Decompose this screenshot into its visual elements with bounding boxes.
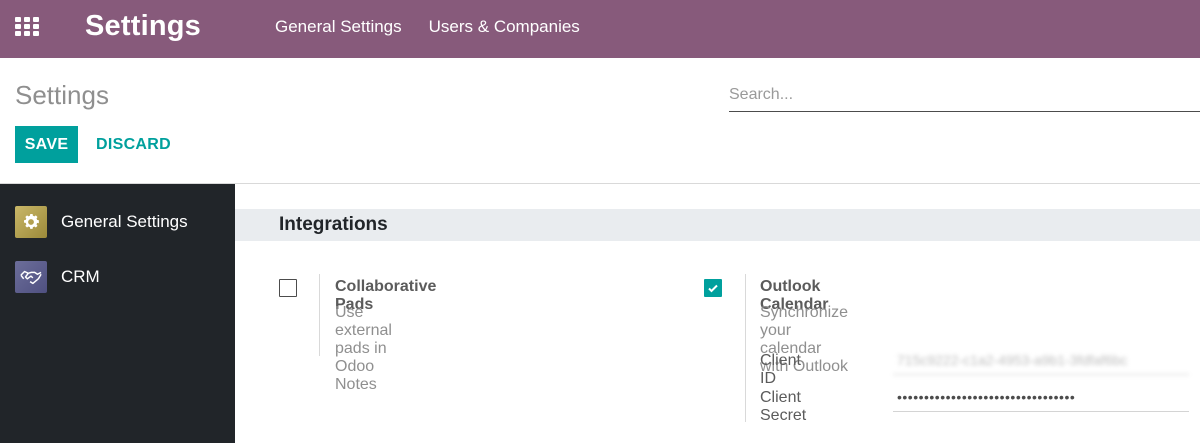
setting-description: Use external pads in Odoo Notes [335,304,392,393]
section-header: Integrations [235,209,1200,241]
search-input[interactable] [729,78,1200,112]
client-id-input[interactable] [893,345,1189,375]
app-brand-title: Settings [85,10,201,42]
save-button[interactable]: SAVE [15,126,78,163]
sidebar-item-label: CRM [61,267,100,286]
nav-general-settings[interactable]: General Settings [275,17,402,37]
sidebar-item-crm[interactable]: CRM [0,254,235,300]
discard-button[interactable]: DISCARD [96,126,171,163]
gear-icon [15,206,47,238]
nav-users-companies[interactable]: Users & Companies [429,17,580,37]
section-title: Integrations [279,214,388,235]
handshake-icon [15,261,47,293]
divider [745,274,746,422]
page-title: Settings [15,80,109,110]
divider [319,274,320,356]
control-panel: Settings SAVE DISCARD [0,58,1200,184]
collaborative-pads-checkbox[interactable] [279,279,297,297]
sidebar-item-label: General Settings [61,212,188,231]
settings-sidebar: General Settings CRM [0,184,235,443]
client-secret-label: Client Secret [760,389,807,424]
sidebar-item-general-settings[interactable]: General Settings [0,199,235,245]
apps-grid-icon[interactable] [15,17,39,37]
client-secret-input[interactable] [893,382,1189,412]
client-id-label: Client ID [760,352,801,387]
check-icon [708,284,718,293]
outlook-calendar-checkbox[interactable] [704,279,722,297]
top-navbar: Settings General Settings Users & Compan… [0,0,1200,58]
nav-menu: General Settings Users & Companies [275,17,580,37]
